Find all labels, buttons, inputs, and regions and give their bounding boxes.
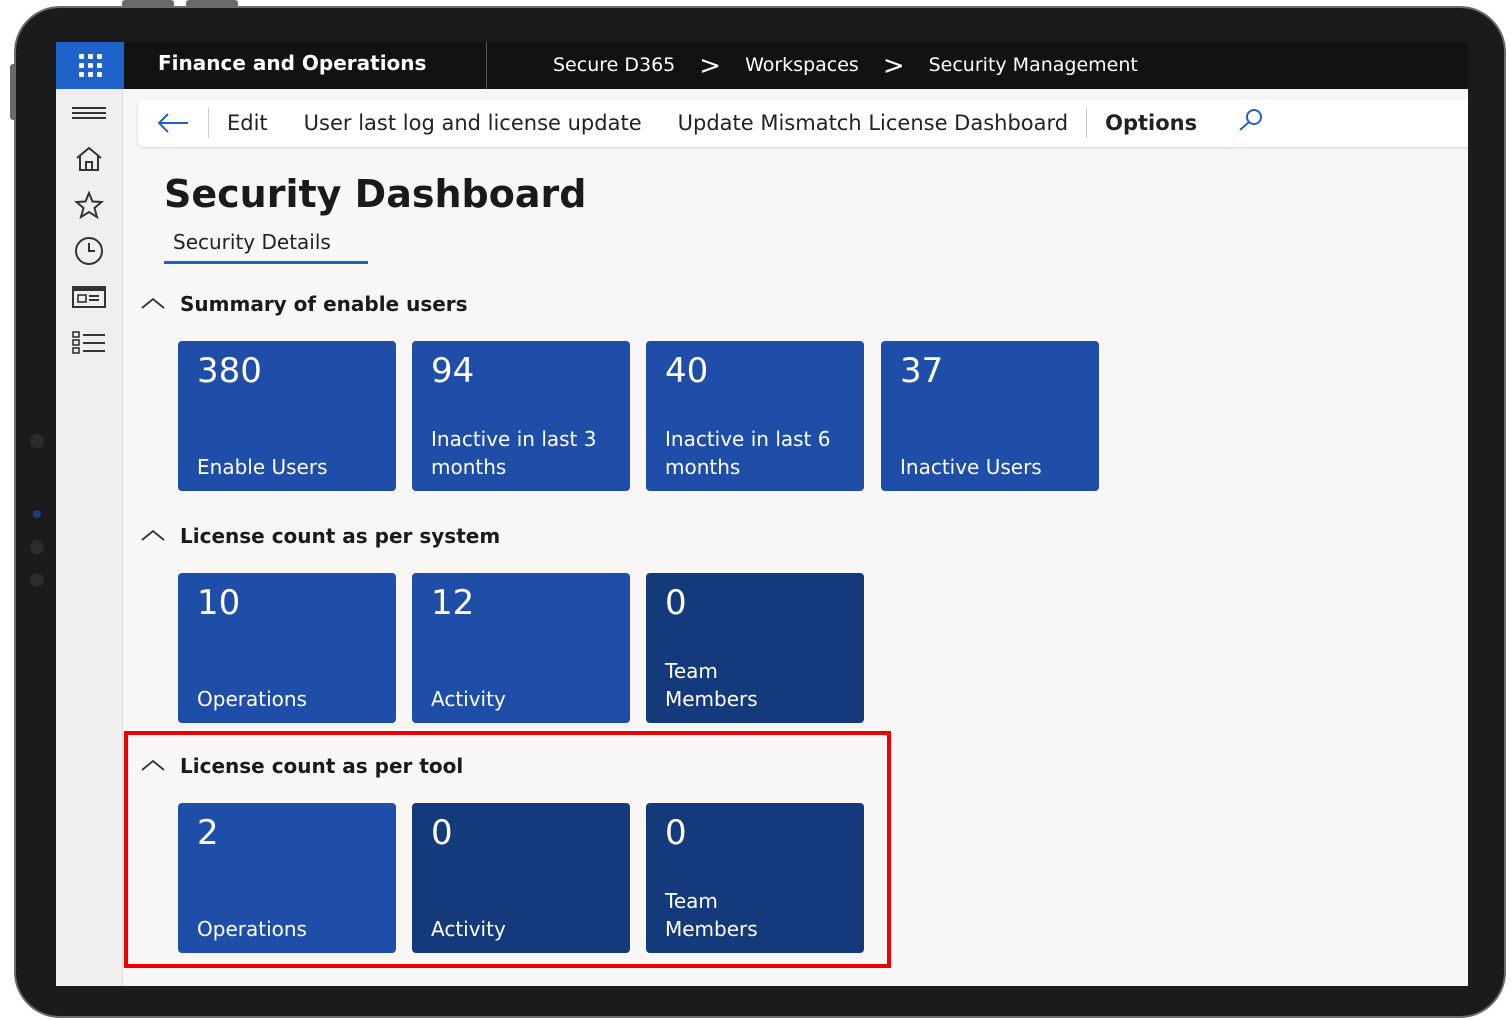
- tile-inactive-6-months[interactable]: 40 Inactive in last 6 months: [646, 341, 864, 491]
- tile-label: Team Members: [665, 659, 758, 711]
- tile-count: 12: [431, 583, 475, 623]
- tile-count: 37: [900, 351, 944, 391]
- back-arrow-icon[interactable]: [138, 99, 208, 147]
- update-mismatch-license-button[interactable]: Update Mismatch License Dashboard: [660, 111, 1087, 135]
- highlight-box: [124, 731, 891, 968]
- hamburger-icon[interactable]: [56, 93, 122, 133]
- edit-button[interactable]: Edit: [209, 111, 286, 135]
- app-launcher-icon[interactable]: [56, 42, 124, 89]
- breadcrumb: Secure D365 > Workspaces > Security Mana…: [553, 42, 1138, 89]
- section-license-count-system[interactable]: License count as per system: [140, 524, 500, 548]
- app-title[interactable]: Finance and Operations: [158, 42, 426, 89]
- tablet-button: [122, 0, 174, 6]
- tile-label: Operations: [197, 687, 307, 711]
- tile-label: Activity: [431, 687, 506, 711]
- breadcrumb-item-security-management[interactable]: Security Management: [929, 44, 1138, 87]
- list-icon[interactable]: [56, 323, 122, 363]
- tile-count: 0: [665, 583, 687, 623]
- user-last-log-button[interactable]: User last log and license update: [286, 111, 660, 135]
- tab-security-details[interactable]: Security Details: [164, 228, 368, 264]
- tablet-camera: [33, 510, 41, 518]
- tile-count: 10: [197, 583, 241, 623]
- divider: [486, 42, 487, 89]
- tablet-sensor: [30, 573, 44, 587]
- section-title: Summary of enable users: [180, 292, 468, 316]
- workspace-icon[interactable]: [56, 277, 122, 317]
- section-summary-enable-users[interactable]: Summary of enable users: [140, 292, 468, 316]
- home-icon[interactable]: [56, 139, 122, 179]
- tile-label: Enable Users: [197, 455, 328, 479]
- tile-inactive-users[interactable]: 37 Inactive Users: [881, 341, 1099, 491]
- tablet-sensor: [30, 434, 44, 448]
- tile-label: Inactive in last 6 months: [665, 427, 831, 479]
- tile-label: Inactive in last 3 months: [431, 427, 597, 479]
- tile-system-activity[interactable]: 12 Activity: [412, 573, 630, 723]
- tile-count: 40: [665, 351, 709, 391]
- action-pane: Edit User last log and license update Up…: [138, 99, 1468, 147]
- chevron-right-icon: >: [882, 50, 905, 81]
- breadcrumb-item-workspaces[interactable]: Workspaces: [745, 44, 859, 87]
- tablet-sensor: [30, 540, 44, 554]
- chevron-up-icon[interactable]: [140, 526, 166, 547]
- clock-icon[interactable]: [56, 231, 122, 271]
- search-icon[interactable]: [1237, 108, 1265, 138]
- tile-label: Inactive Users: [900, 455, 1042, 479]
- tile-count: 380: [197, 351, 262, 391]
- chevron-up-icon[interactable]: [140, 294, 166, 315]
- left-navigation-pane: [56, 89, 123, 986]
- tile-system-operations[interactable]: 10 Operations: [178, 573, 396, 723]
- tablet-button: [10, 64, 16, 120]
- section-title: License count as per system: [180, 524, 501, 548]
- tile-enable-users[interactable]: 380 Enable Users: [178, 341, 396, 491]
- chevron-right-icon: >: [699, 50, 722, 81]
- star-icon[interactable]: [56, 185, 122, 225]
- options-button[interactable]: Options: [1087, 111, 1215, 135]
- top-navigation-bar: Finance and Operations Secure D365 > Wor…: [56, 42, 1468, 89]
- tablet-button: [186, 0, 238, 6]
- page-title: Security Dashboard: [164, 172, 587, 216]
- tile-inactive-3-months[interactable]: 94 Inactive in last 3 months: [412, 341, 630, 491]
- breadcrumb-item-company[interactable]: Secure D365: [553, 44, 675, 87]
- tile-count: 94: [431, 351, 475, 391]
- tile-system-team-members[interactable]: 0 Team Members: [646, 573, 864, 723]
